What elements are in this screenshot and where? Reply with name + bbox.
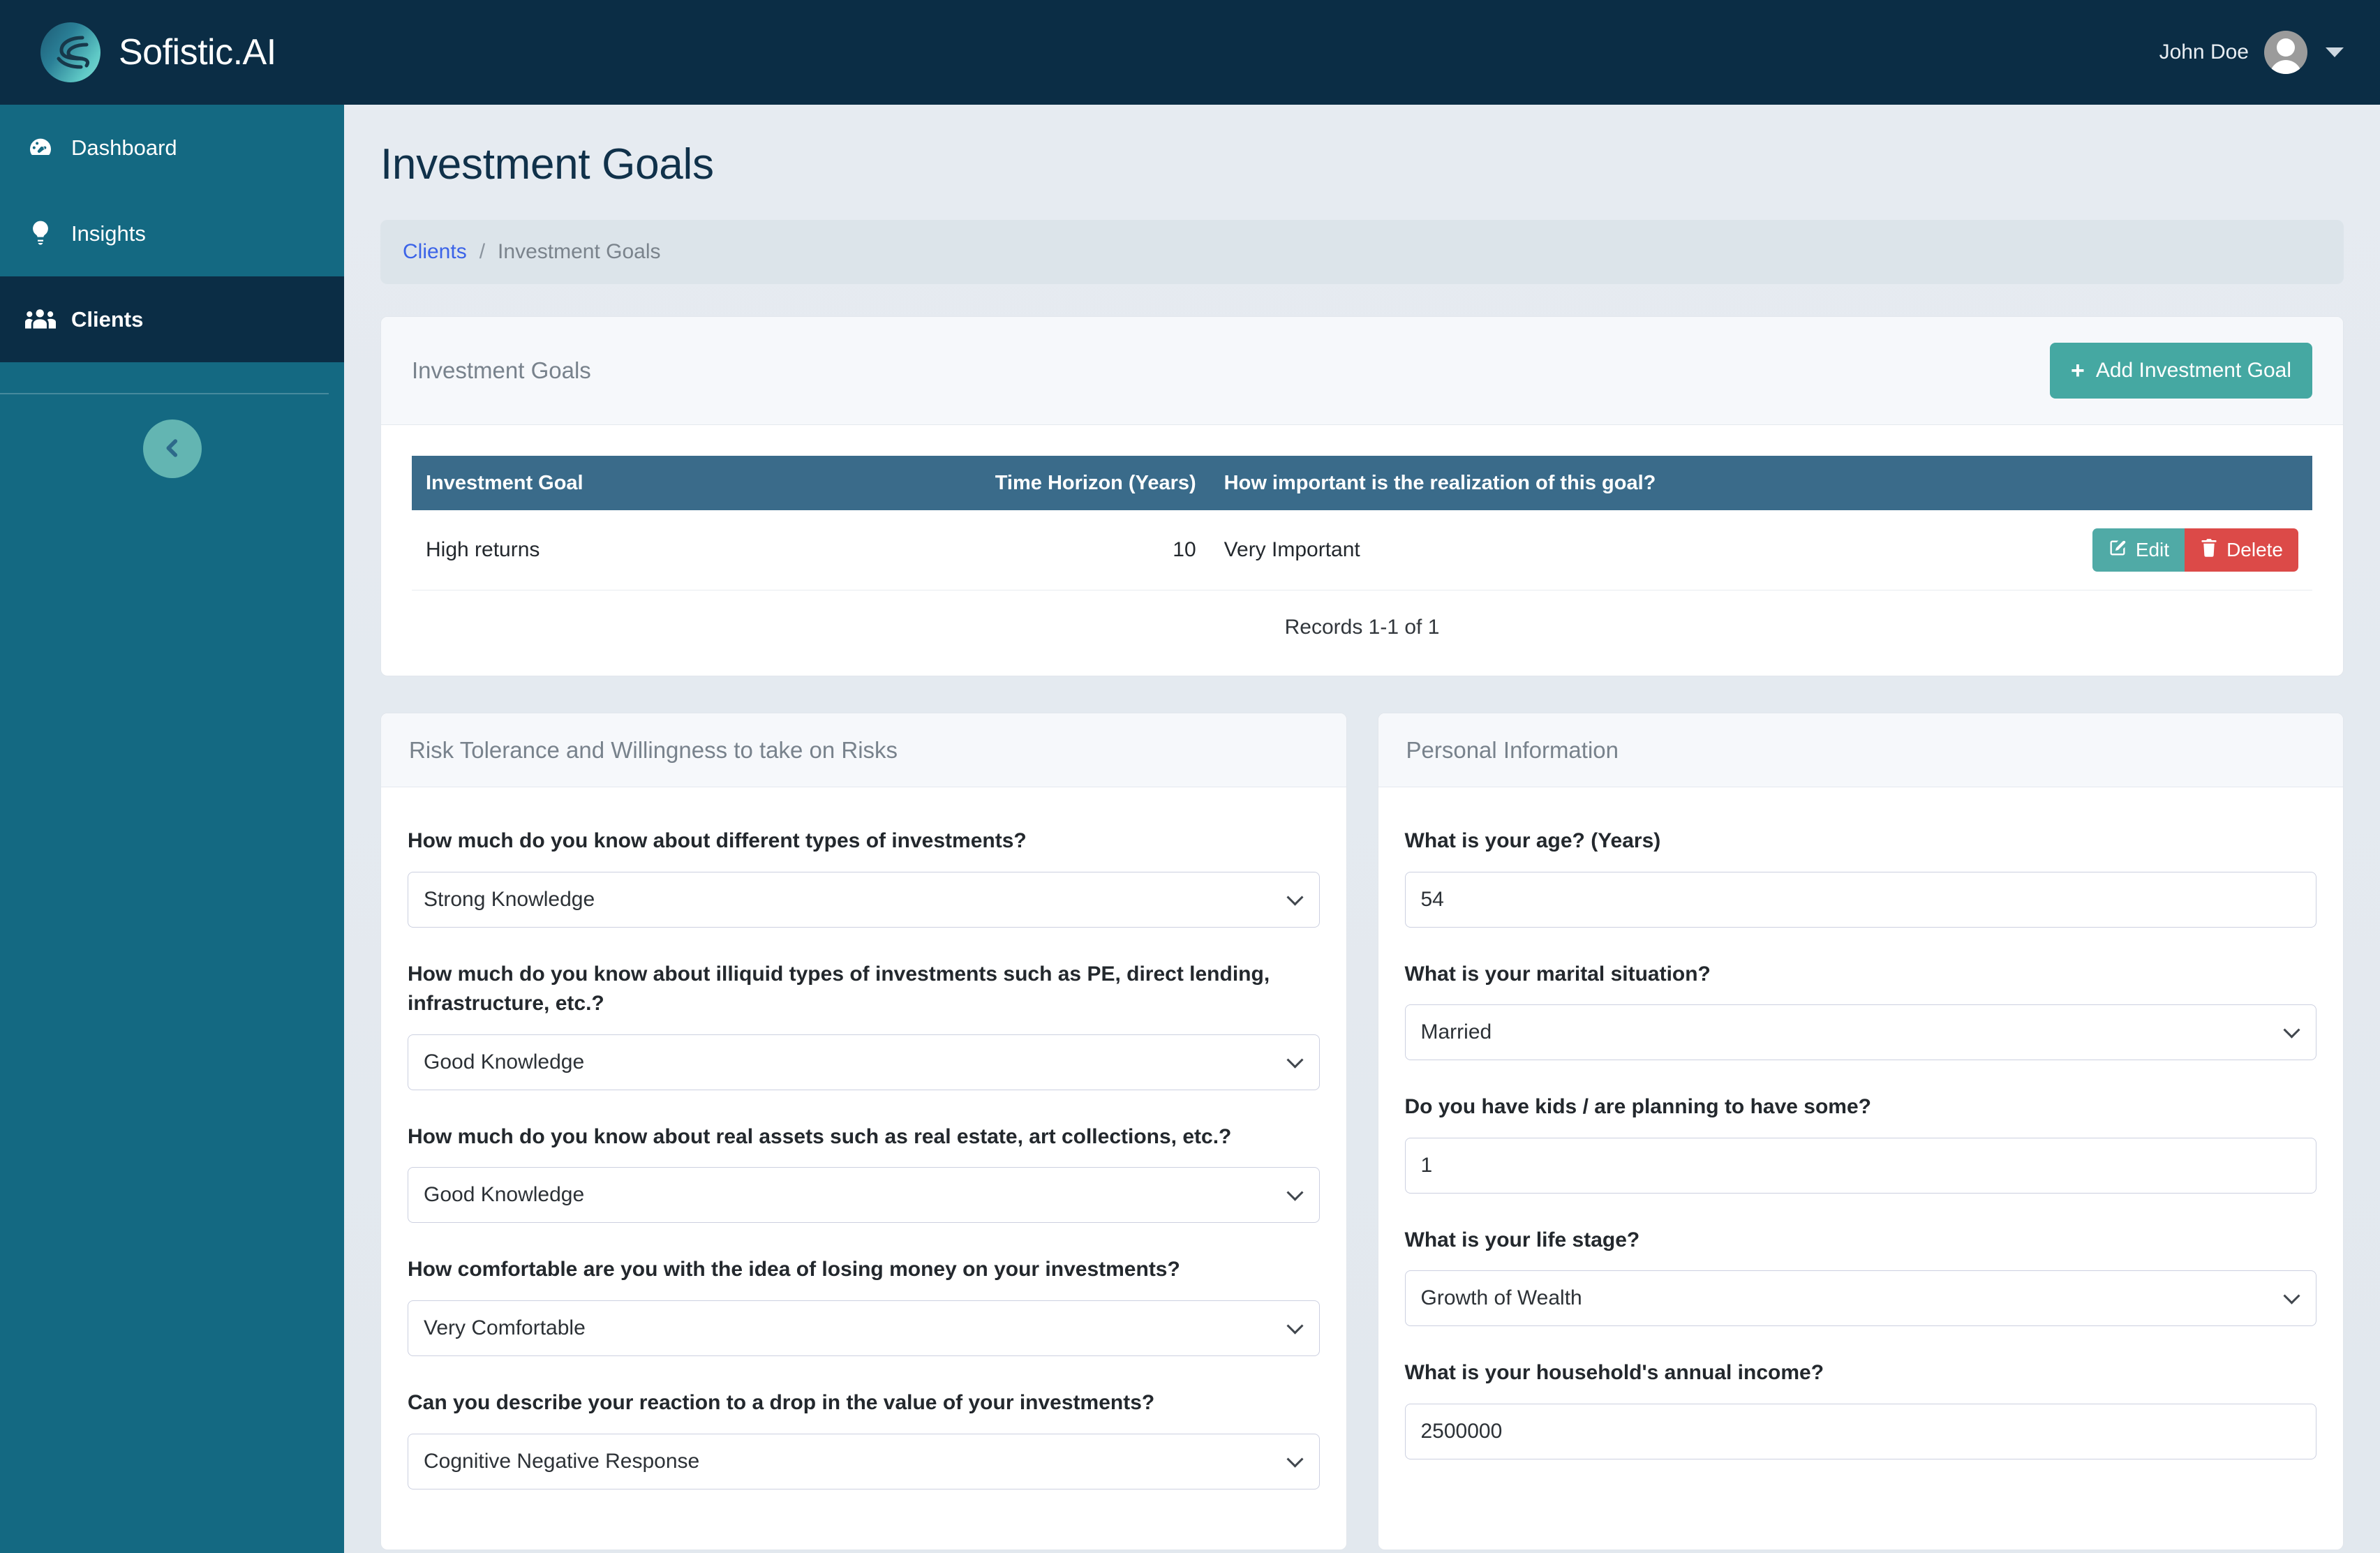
row-action-group: Edit Delete <box>2092 528 2298 572</box>
sofistic-logo-icon <box>40 22 101 82</box>
breadcrumb-link-clients[interactable]: Clients <box>403 240 467 264</box>
delete-button[interactable]: Delete <box>2185 528 2298 572</box>
field-illiquid-knowledge: How much do you know about illiquid type… <box>408 960 1320 1090</box>
cell-goal: High returns <box>412 510 887 590</box>
select-value: Good Knowledge <box>424 1050 585 1073</box>
plus-icon: + <box>2070 357 2085 384</box>
field-label: How comfortable are you with the idea of… <box>408 1258 1180 1281</box>
marital-situation-select[interactable]: Married <box>1404 1004 2316 1061</box>
field-label: Can you describe your reaction to a drop… <box>408 1390 1155 1414</box>
field-life-stage: What is your life stage? Growth of Wealt… <box>1404 1226 2316 1327</box>
select-value: Strong Knowledge <box>424 887 595 911</box>
chevron-left-icon <box>161 436 184 462</box>
records-count: Records 1-1 of 1 <box>1284 616 1440 639</box>
sidebar-item-label: Insights <box>71 221 146 246</box>
age-input[interactable]: 54 <box>1404 871 2316 928</box>
field-kids: Do you have kids / are planning to have … <box>1404 1092 2316 1194</box>
investment-goals-table: Investment Goal Time Horizon (Years) How… <box>412 456 2312 590</box>
field-label: What is your life stage? <box>1404 1228 1640 1251</box>
input-value: 1 <box>1420 1153 1433 1177</box>
trash-icon <box>2200 538 2218 563</box>
panel-title: Personal Information <box>1406 736 1619 763</box>
column-header-time-horizon: Time Horizon (Years) <box>886 456 1210 510</box>
card-title: Investment Goals <box>412 357 591 383</box>
field-losing-money-comfort: How comfortable are you with the idea of… <box>408 1255 1320 1356</box>
cell-importance: Very Important <box>1210 510 1838 590</box>
kids-input[interactable]: 1 <box>1404 1137 2316 1194</box>
field-label: Do you have kids / are planning to have … <box>1404 1095 1872 1119</box>
sidebar-item-clients[interactable]: Clients <box>0 276 344 362</box>
field-label: What is your age? (Years) <box>1404 829 1661 852</box>
pencil-square-icon <box>2108 538 2127 563</box>
main-content: Investment Goals Clients / Investment Go… <box>344 105 2380 1553</box>
lightbulb-icon <box>25 218 56 249</box>
risk-tolerance-panel: Risk Tolerance and Willingness to take o… <box>380 713 1347 1550</box>
cell-actions: Edit Delete <box>1837 510 2312 590</box>
field-label: How much do you know about illiquid type… <box>408 962 1270 1016</box>
risk-tolerance-panel-header: Risk Tolerance and Willingness to take o… <box>381 713 1346 787</box>
brand[interactable]: Sofistic.AI <box>0 22 276 82</box>
field-age: What is your age? (Years) 54 <box>1404 826 2316 928</box>
select-value: Good Knowledge <box>424 1183 585 1207</box>
edit-button[interactable]: Edit <box>2092 528 2185 572</box>
breadcrumb-separator: / <box>479 240 486 263</box>
investment-types-knowledge-select[interactable]: Strong Knowledge <box>408 871 1320 928</box>
column-header-actions <box>1837 456 2312 510</box>
chevron-down-icon[interactable] <box>2326 47 2344 57</box>
speedometer-icon <box>25 133 56 163</box>
users-icon <box>25 304 56 335</box>
panel-title: Risk Tolerance and Willingness to take o… <box>409 736 898 763</box>
life-stage-select[interactable]: Growth of Wealth <box>1404 1270 2316 1327</box>
field-label: What is your household's annual income? <box>1404 1361 1824 1385</box>
input-value: 2500000 <box>1420 1419 1503 1443</box>
edit-label: Edit <box>2135 539 2170 560</box>
sidebar-item-label: Clients <box>71 306 144 332</box>
field-household-income: What is your household's annual income? … <box>1404 1358 2316 1459</box>
breadcrumb: Clients / Investment Goals <box>380 220 2344 284</box>
sidebar-item-dashboard[interactable]: Dashboard <box>0 105 344 191</box>
sidebar: Dashboard Insights Clients <box>0 105 344 1553</box>
user-name: John Doe <box>2159 40 2249 64</box>
top-header: Sofistic.AI John Doe <box>0 0 2380 105</box>
select-value: Growth of Wealth <box>1420 1286 1582 1310</box>
brand-name: Sofistic.AI <box>119 32 276 73</box>
user-menu[interactable]: John Doe <box>2159 31 2380 74</box>
field-real-assets-knowledge: How much do you know about real assets s… <box>408 1122 1320 1224</box>
field-investment-types-knowledge: How much do you know about different typ… <box>408 826 1320 928</box>
select-value: Cognitive Negative Response <box>424 1449 700 1473</box>
field-label: How much do you know about different typ… <box>408 829 1027 852</box>
investment-goals-card-header: Investment Goals + Add Investment Goal <box>381 317 2343 425</box>
questionnaire-panels: Risk Tolerance and Willingness to take o… <box>380 713 2344 1550</box>
real-assets-knowledge-select[interactable]: Good Knowledge <box>408 1167 1320 1224</box>
add-investment-goal-button[interactable]: + Add Investment Goal <box>2049 343 2312 399</box>
losing-money-comfort-select[interactable]: Very Comfortable <box>408 1300 1320 1356</box>
select-value: Very Comfortable <box>424 1316 586 1339</box>
delete-label: Delete <box>2226 539 2283 560</box>
drop-reaction-select[interactable]: Cognitive Negative Response <box>408 1433 1320 1489</box>
field-label: What is your marital situation? <box>1404 962 1711 986</box>
personal-information-panel-header: Personal Information <box>1378 713 2343 787</box>
personal-information-panel: Personal Information What is your age? (… <box>1377 713 2344 1550</box>
table-row: High returns 10 Very Important Edit Dele… <box>412 510 2312 590</box>
sidebar-collapse-button[interactable] <box>142 419 202 478</box>
column-header-importance: How important is the realization of this… <box>1210 456 1838 510</box>
sidebar-item-label: Dashboard <box>71 135 177 160</box>
field-drop-reaction: Can you describe your reaction to a drop… <box>408 1388 1320 1489</box>
household-income-input[interactable]: 2500000 <box>1404 1403 2316 1459</box>
add-investment-goal-label: Add Investment Goal <box>2095 359 2291 382</box>
cell-time-horizon: 10 <box>886 510 1210 590</box>
table-header-row: Investment Goal Time Horizon (Years) How… <box>412 456 2312 510</box>
field-marital-situation: What is your marital situation? Married <box>1404 960 2316 1061</box>
avatar <box>2264 31 2307 74</box>
breadcrumb-current: Investment Goals <box>498 240 661 263</box>
sidebar-divider <box>0 393 329 394</box>
investment-goals-card: Investment Goals + Add Investment Goal I… <box>380 316 2344 676</box>
column-header-goal: Investment Goal <box>412 456 887 510</box>
sidebar-item-insights[interactable]: Insights <box>0 191 344 276</box>
illiquid-knowledge-select[interactable]: Good Knowledge <box>408 1034 1320 1090</box>
page-title: Investment Goals <box>380 140 714 188</box>
field-label: How much do you know about real assets s… <box>408 1124 1232 1148</box>
select-value: Married <box>1420 1020 1492 1044</box>
input-value: 54 <box>1420 887 1444 911</box>
